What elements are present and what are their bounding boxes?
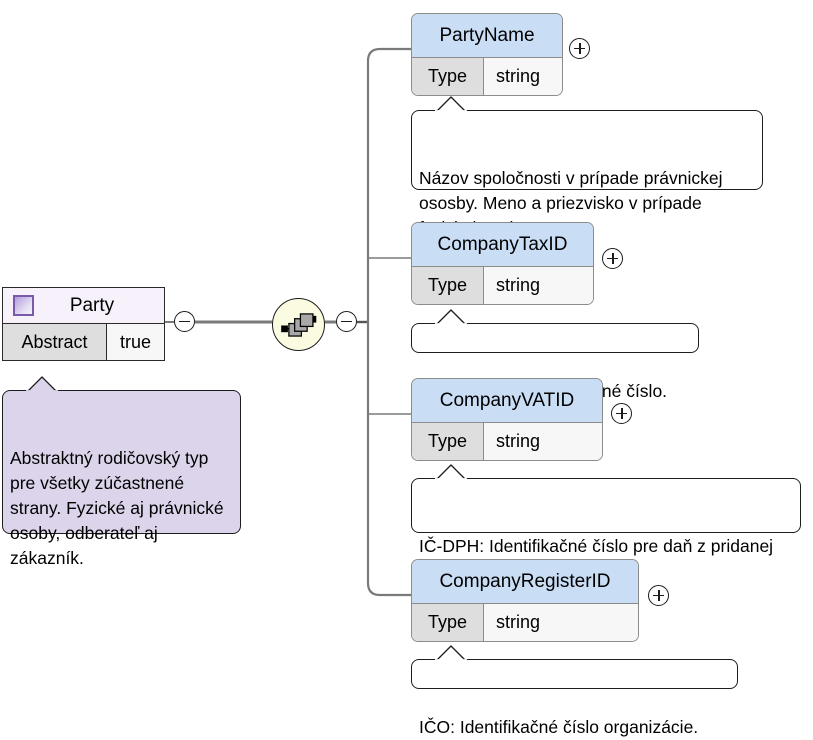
callout-tail: [435, 309, 467, 326]
annotation-companytaxid: DIČ: Daňové identifikačné číslo.: [411, 309, 699, 401]
type-label: Type: [412, 423, 484, 460]
type-label: Type: [412, 58, 484, 95]
element-companyvatid-label: CompanyVATID: [412, 379, 602, 423]
party-attribute-value: true: [107, 324, 164, 360]
callout-tail: [26, 376, 58, 393]
annotation-companyregisterid-text: IČO: Identifikačné číslo organizácie.: [419, 717, 699, 737]
expand-control-companyvatid[interactable]: [611, 403, 632, 424]
type-value: string: [484, 423, 602, 460]
element-companyvatid-type-row: Type string: [412, 423, 602, 460]
element-partyname-box[interactable]: PartyName Type string: [411, 13, 563, 96]
element-partyname-type-row: Type string: [412, 58, 562, 95]
callout-tail: [435, 464, 467, 481]
type-label: Type: [412, 604, 484, 641]
schema-diagram-canvas: Party Abstract true Abstraktný rodičovsk…: [0, 0, 813, 737]
type-value: string: [484, 267, 593, 304]
annotation-party: Abstraktný rodičovský typ pre všetky zúč…: [2, 376, 241, 568]
complextype-party-box[interactable]: Party Abstract true: [2, 287, 165, 361]
callout-tail: [435, 645, 467, 662]
collapse-control-party[interactable]: [174, 311, 195, 332]
element-companyregisterid-box[interactable]: CompanyRegisterID Type string: [411, 559, 639, 642]
element-companyvatid-box[interactable]: CompanyVATID Type string: [411, 378, 603, 461]
callout-tail: [435, 96, 467, 113]
complextype-square-icon: [13, 295, 34, 316]
element-companyregisterid-type-row: Type string: [412, 604, 638, 641]
element-companytaxid-type-row: Type string: [412, 267, 593, 304]
collapse-control-sequence[interactable]: [336, 311, 357, 332]
party-name-label: Party: [69, 294, 115, 316]
party-header: Party: [3, 288, 164, 324]
sequence-icon[interactable]: [272, 298, 325, 351]
annotation-companyvatid: IČ-DPH: Identifikačné číslo pre daň z pr…: [411, 464, 801, 581]
element-partyname-label: PartyName: [412, 14, 562, 58]
element-companytaxid-label: CompanyTaxID: [412, 223, 593, 267]
sequence-glyph: [281, 313, 317, 337]
type-value: string: [484, 58, 562, 95]
expand-control-partyname[interactable]: [569, 38, 590, 59]
expand-control-companyregisterid[interactable]: [648, 585, 669, 606]
annotation-partyname: Názov spoločnosti v prípade právnickej o…: [411, 96, 763, 238]
annotation-companyregisterid: IČO: Identifikačné číslo organizácie.: [411, 645, 738, 737]
annotation-party-text: Abstraktný rodičovský typ pre všetky zúč…: [10, 448, 224, 568]
type-value: string: [484, 604, 638, 641]
element-companyregisterid-label: CompanyRegisterID: [412, 560, 638, 604]
party-attribute-row: Abstract true: [3, 324, 164, 360]
expand-control-companytaxid[interactable]: [602, 248, 623, 269]
party-attribute-label: Abstract: [3, 324, 107, 360]
element-companytaxid-box[interactable]: CompanyTaxID Type string: [411, 222, 594, 305]
type-label: Type: [412, 267, 484, 304]
